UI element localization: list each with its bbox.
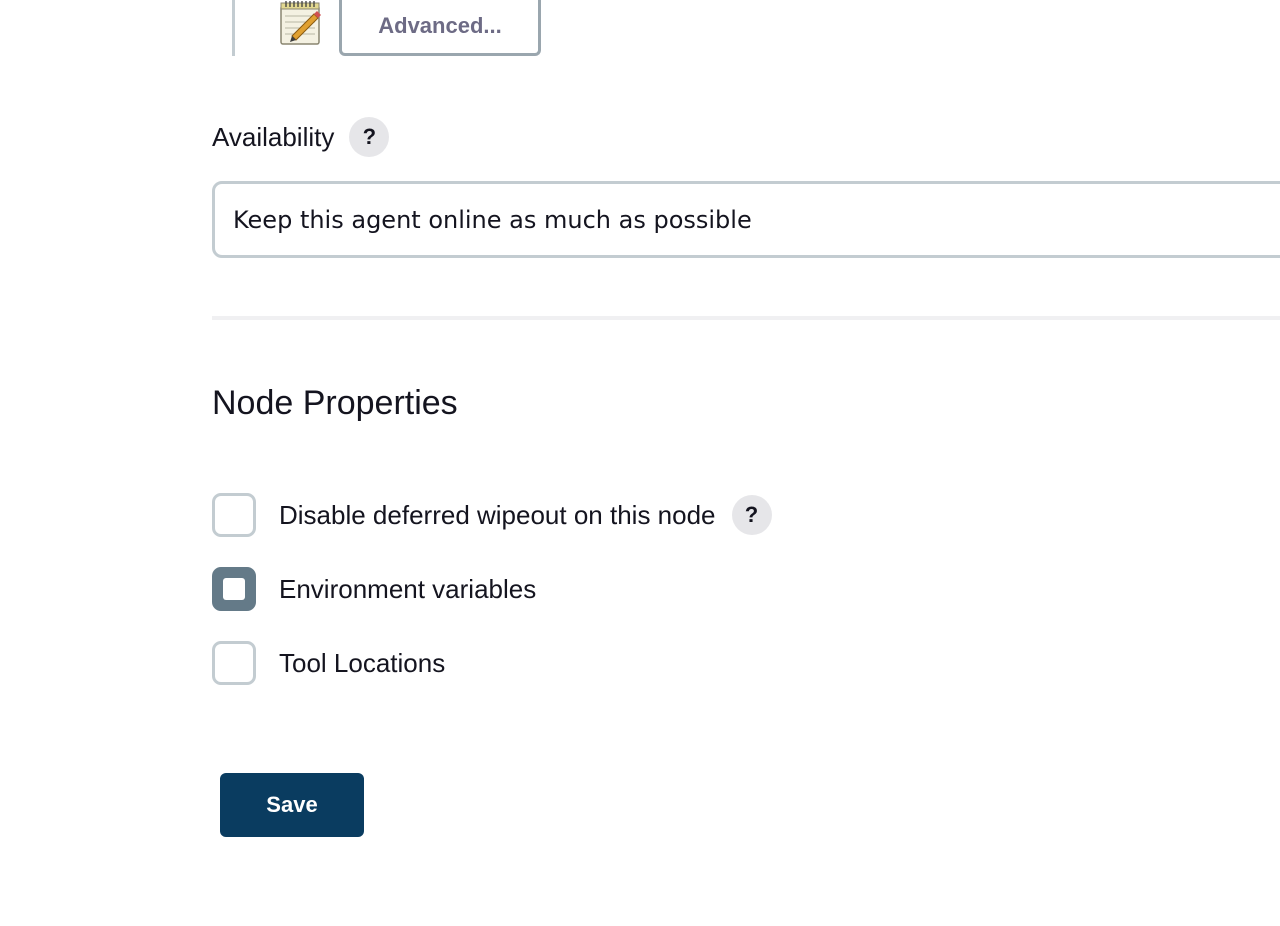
notepad-icon [278,0,322,46]
node-properties-title: Node Properties [212,384,458,422]
section-divider [212,316,1280,320]
save-button[interactable]: Save [220,773,364,837]
checkbox-row-disable-deferred-wipeout: Disable deferred wipeout on this node ? [212,493,772,537]
availability-label-row: Availability ? [212,116,390,158]
checkbox-row-tool-locations: Tool Locations [212,641,445,685]
disable-deferred-wipeout-label[interactable]: Disable deferred wipeout on this node [279,500,716,531]
disable-deferred-wipeout-checkbox[interactable] [212,493,256,537]
advanced-button[interactable]: Advanced... [339,0,541,56]
advanced-section-rail [232,0,235,56]
tool-locations-checkbox[interactable] [212,641,256,685]
node-config-page: Advanced... Availability ? Keep this age… [0,0,1280,926]
checkbox-row-environment-variables: Environment variables [212,567,536,611]
tool-locations-label[interactable]: Tool Locations [279,648,445,679]
availability-select[interactable]: Keep this agent online as much as possib… [212,181,1280,258]
disable-deferred-wipeout-help-icon[interactable]: ? [731,495,772,535]
environment-variables-checkbox[interactable] [212,567,256,611]
availability-selected-value: Keep this agent online as much as possib… [233,205,752,234]
availability-label: Availability [212,121,335,152]
availability-help-icon[interactable]: ? [349,117,390,157]
environment-variables-label[interactable]: Environment variables [279,574,536,605]
